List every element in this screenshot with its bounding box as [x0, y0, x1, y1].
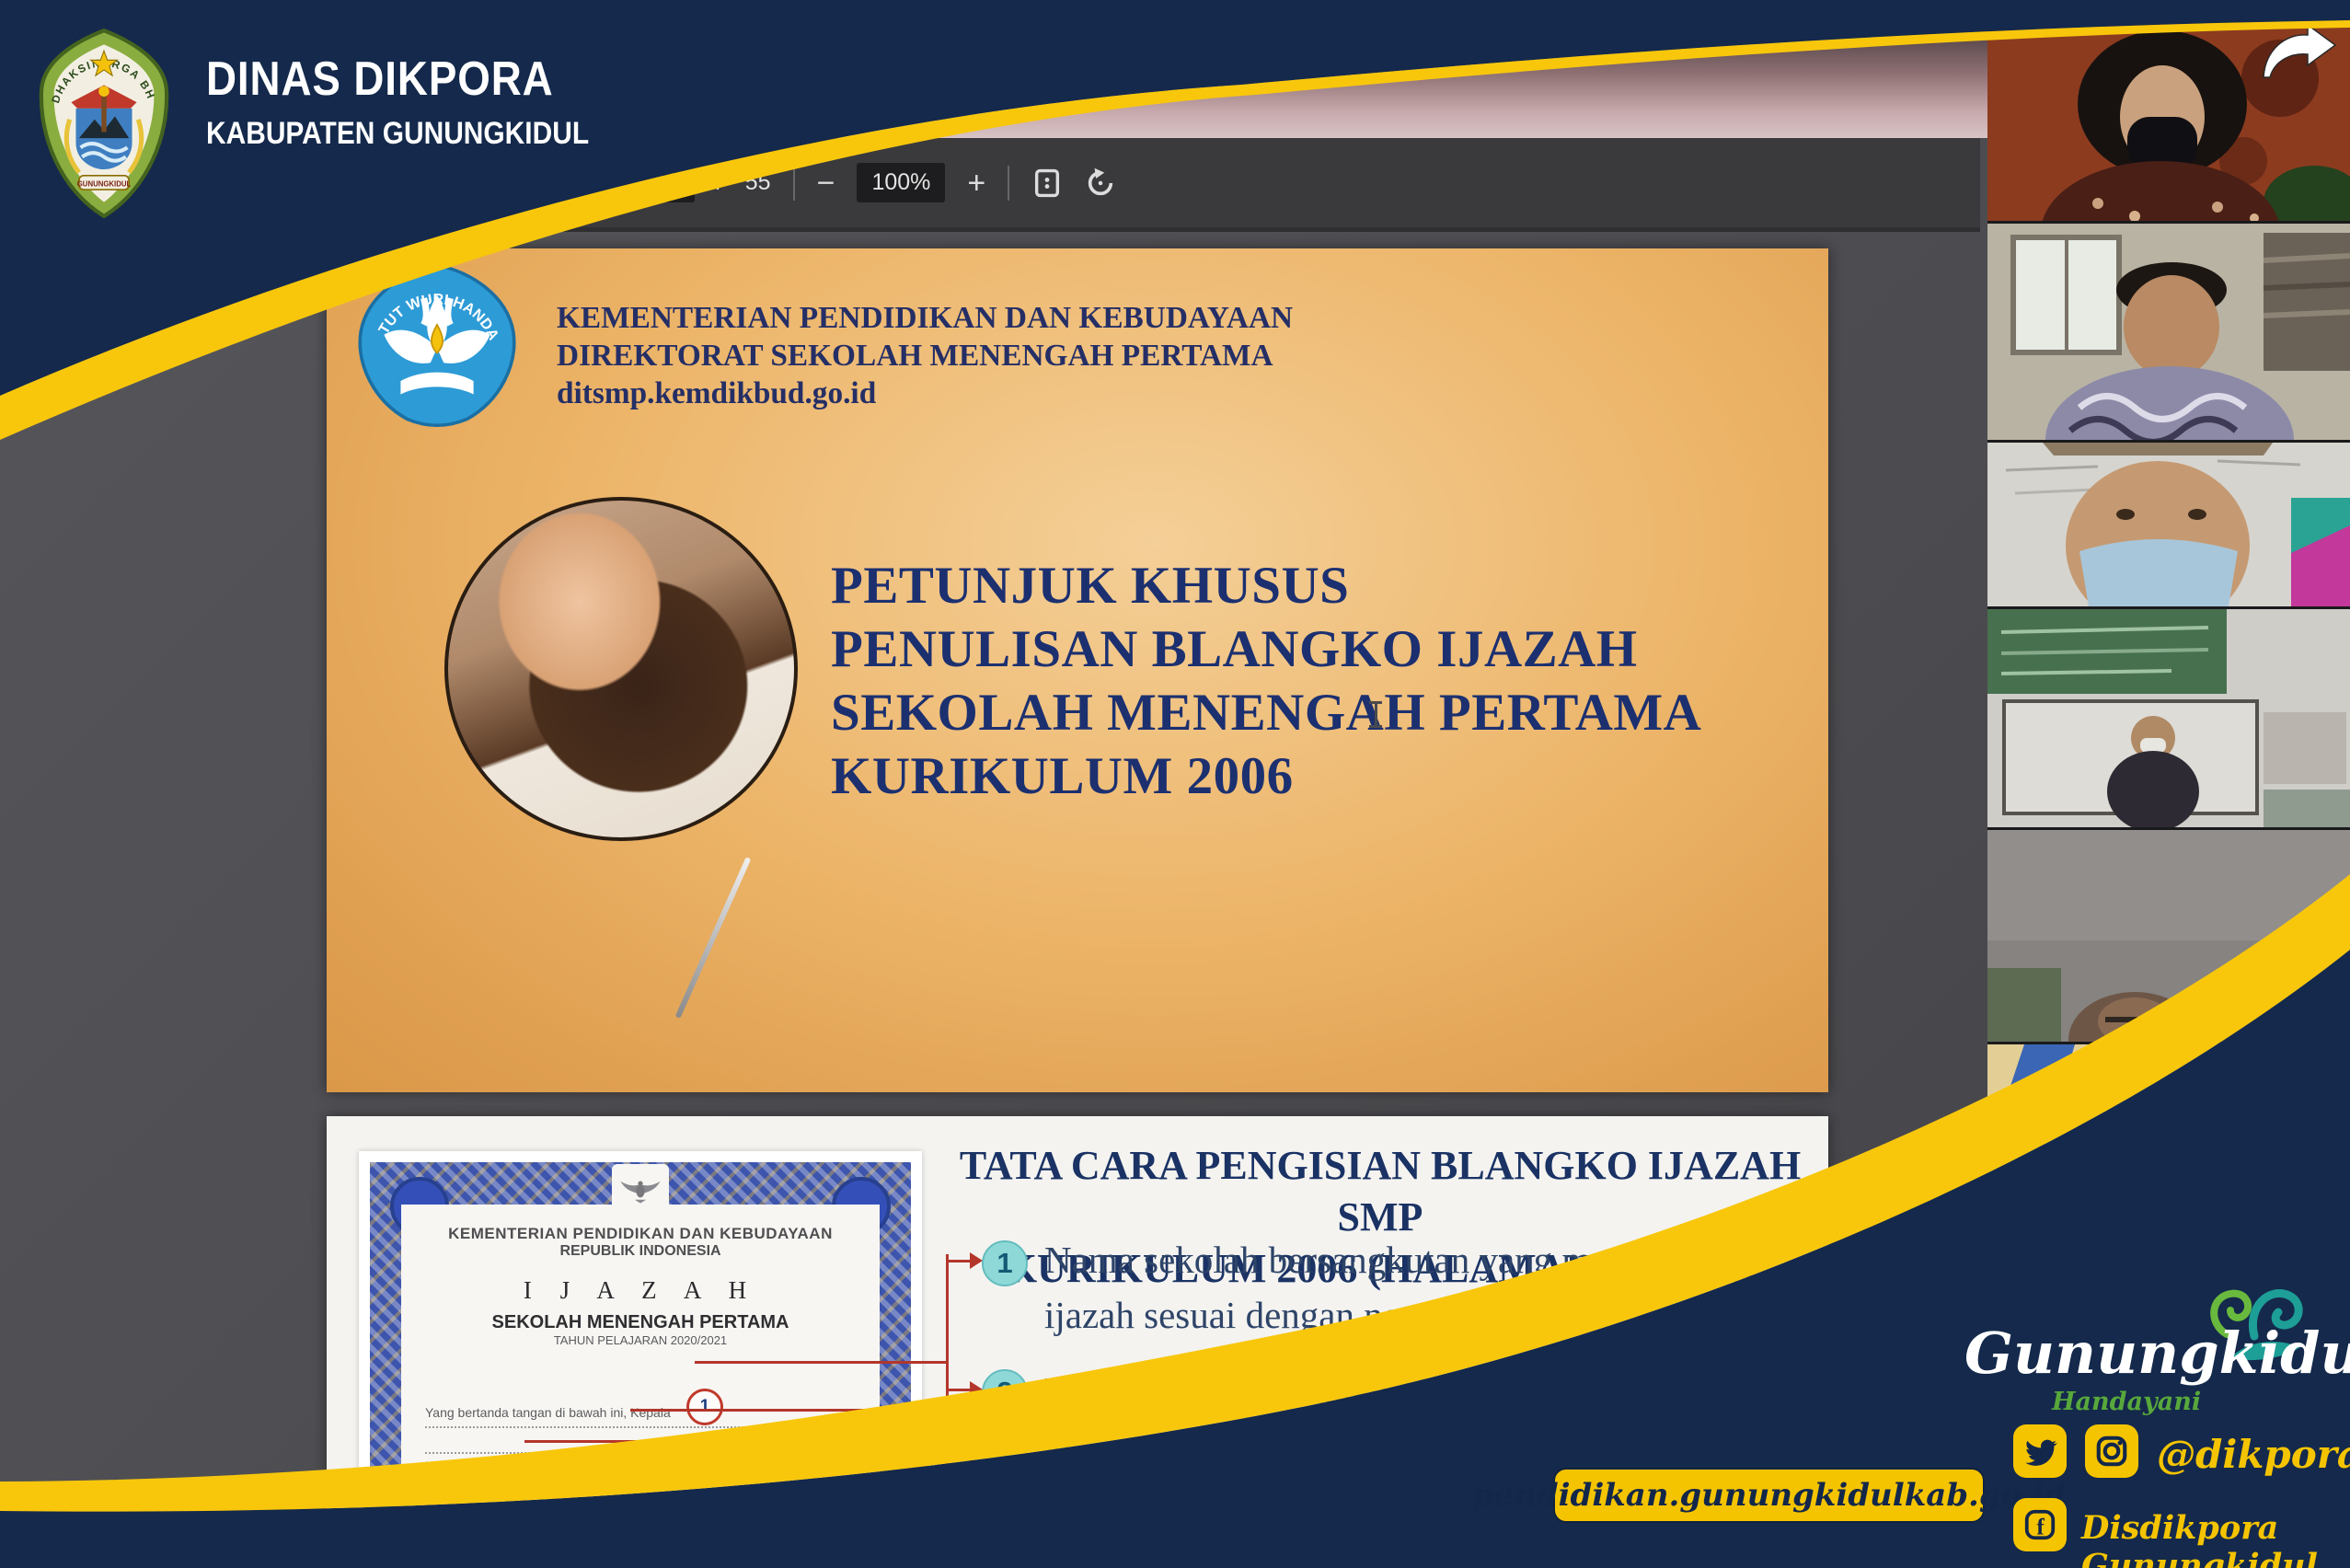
connector-line [630, 1409, 946, 1412]
item-number-badge: 2 [982, 1369, 1028, 1415]
svg-text:GUNUNGKIDUL: GUNUNGKIDUL [77, 180, 132, 189]
participant-video-tile[interactable] [1987, 443, 2350, 609]
org-region: KABUPATEN GUNUNGKIDUL [206, 116, 589, 152]
slide-ministry-header: KEMENTERIAN PENDIDIKAN DAN KEBUDAYAAN DI… [557, 299, 1293, 412]
zoom-out-button[interactable]: − [817, 167, 835, 199]
facebook-icon[interactable]: f [2013, 1498, 2067, 1551]
item-number-badge: 3 [982, 1434, 1028, 1480]
list-item: mencoret) me [1044, 1486, 1253, 1531]
share-arrow-icon[interactable] [2256, 24, 2339, 83]
ijazah-certificate-image: KEMENTERIAN PENDIDIKAN DAN KEBUDAYAAN RE… [359, 1151, 922, 1568]
list-item: ijazah sesuai dengan nomenklatur. [1044, 1293, 1561, 1338]
twitter-icon[interactable] [2013, 1424, 2067, 1478]
list-item: Nama nomenklatur kabupaten/kota*) ( [1044, 1431, 1628, 1476]
social-handle: @dikpora_gk [2157, 1432, 2350, 1477]
page-number-input[interactable]: 12 [639, 163, 695, 202]
pen-graphic [675, 857, 752, 1019]
brand-wordmark: Gunungkidul [1964, 1320, 2305, 1387]
zoom-in-button[interactable]: + [967, 167, 985, 199]
facebook-name: Disdikpora Gunungkidul [2081, 1509, 2350, 1568]
tut-wuri-handayani-logo: TUT WURI HANDAYANI [354, 259, 520, 430]
connector-line [524, 1440, 946, 1443]
participant-video-tile[interactable] [1987, 224, 2350, 443]
page-separator: / [717, 169, 723, 196]
website-banner: pendidikan.gunungkidulkab.go.id [1553, 1468, 1985, 1523]
text-cursor [1369, 701, 1384, 729]
toolbar-divider [1008, 166, 1009, 201]
instagram-icon[interactable] [2085, 1424, 2138, 1478]
connector-line [695, 1361, 946, 1364]
page-count: 55 [745, 169, 771, 196]
slide-title: PETUNJUK KHUSUS PENULISAN BLANGKO IJAZAH… [831, 554, 1701, 808]
participant-video-tile[interactable] [1987, 609, 2350, 830]
participant-video-tile[interactable] [1987, 1044, 2350, 1259]
rotate-ccw-icon[interactable] [1085, 167, 1116, 199]
toolbar-divider [793, 166, 795, 201]
gunungkidul-crest: DHAKSINARGA BHUMIKARTA GUNUNGKIDUL [26, 26, 182, 221]
participant-video-tile[interactable] [1987, 830, 2350, 1044]
zoom-level-input[interactable]: 100% [857, 163, 945, 202]
certificate-title: I J A Z A H [401, 1276, 880, 1305]
org-name: DINAS DIKPORA [206, 52, 589, 107]
pdf-page-12-slide: TUT WURI HANDAYANI KEMENTERIAN PENDIDIKA… [327, 248, 1828, 1092]
meeting-screenshot: 12 / 55 − 100% + TUT WURI HANDAYANI [0, 0, 2350, 1568]
hand-writing-photo [444, 497, 798, 841]
connector-arrow [970, 1381, 983, 1398]
list-item: Nama sekolah bersangkutan yang menerbitk… [1044, 1238, 1750, 1283]
connector-arrow [970, 1446, 983, 1462]
brand-tagline: Handayani [2052, 1388, 2201, 1416]
org-header: DHAKSINARGA BHUMIKARTA GUNUNGKIDUL DINAS… [26, 26, 641, 221]
certificate-body: KEMENTERIAN PENDIDIKAN DAN KEBUDAYAAN RE… [401, 1205, 880, 1568]
list-item: Nomor Pokok Sekolah Nasional (NPSN) [1044, 1368, 1663, 1413]
fit-page-icon[interactable] [1031, 167, 1063, 199]
connector-line [465, 1466, 946, 1469]
item-number-badge: 1 [982, 1240, 1028, 1286]
svg-text:f: f [2036, 1514, 2045, 1539]
